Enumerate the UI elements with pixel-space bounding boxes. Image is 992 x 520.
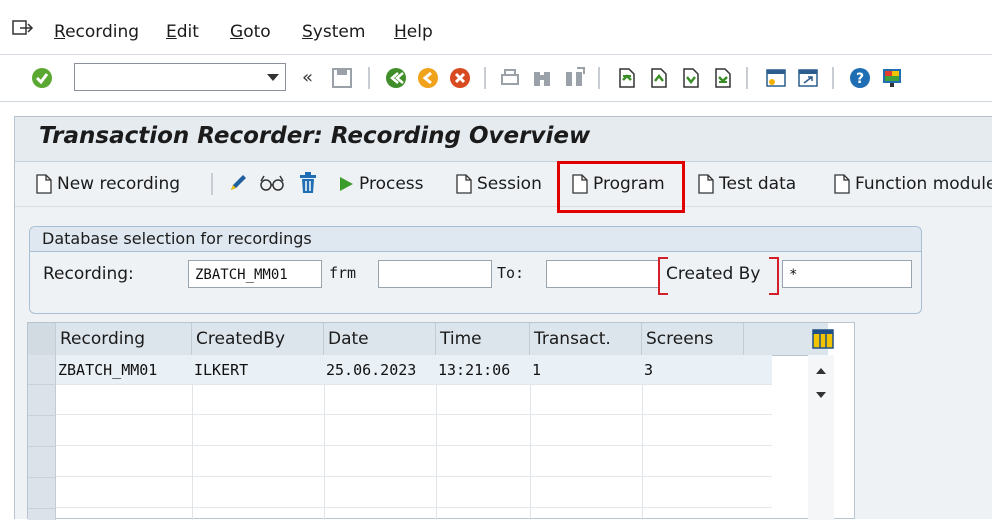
find-icon[interactable] [530, 66, 554, 90]
standard-toolbar: « ? [0, 55, 992, 102]
created-by-field[interactable] [782, 260, 912, 288]
table-row[interactable]: ZBATCH_MM01 ILKERT 25.06.2023 13:21:06 1… [56, 355, 772, 385]
process-button[interactable]: Process [337, 171, 424, 197]
separator [598, 67, 600, 89]
command-input[interactable] [79, 65, 263, 91]
column-header-screens[interactable]: Screens [642, 323, 744, 355]
first-page-icon[interactable] [614, 66, 638, 90]
command-field[interactable] [74, 63, 286, 91]
last-page-icon[interactable] [710, 66, 734, 90]
print-icon[interactable] [498, 66, 522, 90]
to-label: To: [497, 264, 525, 282]
menu-system[interactable]: System [302, 22, 365, 42]
menu-edit[interactable]: Edit [166, 22, 199, 42]
table-header: Recording CreatedBy Date Time Transact. … [28, 323, 828, 356]
scroll-down-icon[interactable] [815, 391, 827, 399]
table-row[interactable] [56, 447, 772, 477]
separator [211, 173, 213, 195]
application-toolbar: New recording Process Session Program Te… [15, 162, 992, 207]
row-selector[interactable] [28, 447, 56, 478]
menu-bar: Recording Edit Goto System Help [0, 0, 992, 55]
column-header-time[interactable]: Time [436, 323, 530, 355]
page-title: Transaction Recorder: Recording Overview [39, 123, 591, 149]
database-selection-group: Database selection for recordings Record… [29, 226, 922, 314]
column-header-date[interactable]: Date [324, 323, 436, 355]
created-by-input[interactable] [787, 262, 912, 288]
document-icon [36, 174, 52, 194]
cell-time: 13:21:06 [438, 361, 511, 379]
scroll-up-icon[interactable] [815, 367, 827, 375]
test-data-button[interactable]: Test data [697, 171, 796, 197]
table-row[interactable] [56, 416, 772, 446]
row-selector[interactable] [28, 478, 56, 509]
menu-recording[interactable]: Recording [54, 22, 139, 42]
collapse-icon[interactable]: « [302, 67, 313, 88]
from-label: frm [329, 264, 357, 282]
menu-exit-icon[interactable] [12, 20, 34, 36]
document-icon [834, 174, 850, 194]
display-glasses-icon[interactable] [259, 172, 285, 194]
find-next-icon[interactable] [562, 66, 586, 90]
previous-page-icon[interactable] [646, 66, 670, 90]
from-date-field[interactable] [378, 260, 493, 288]
application-area: Transaction Recorder: Recording Overview… [14, 116, 992, 520]
to-date-input[interactable] [551, 262, 661, 288]
column-header-createdby[interactable]: CreatedBy [192, 323, 324, 355]
row-selector[interactable] [28, 509, 56, 520]
cell-createdby: ILKERT [194, 361, 249, 379]
menu-help[interactable]: Help [394, 22, 433, 42]
cell-recording: ZBATCH_MM01 [58, 361, 158, 379]
column-header-recording[interactable]: Recording [56, 323, 192, 355]
title-bar: Transaction Recorder: Recording Overview [15, 117, 992, 162]
cancel-icon[interactable] [448, 66, 472, 90]
enter-check-icon[interactable] [30, 66, 54, 90]
menu-goto[interactable]: Goto [230, 22, 271, 42]
group-title: Database selection for recordings [30, 227, 921, 252]
delete-trash-icon[interactable] [297, 171, 319, 195]
exit-icon[interactable] [416, 66, 440, 90]
separator [368, 67, 370, 89]
function-module-button[interactable]: Function module [833, 171, 992, 197]
cell-screens: 3 [644, 361, 654, 379]
help-icon[interactable]: ? [848, 66, 872, 90]
column-header-transact[interactable]: Transact. [530, 323, 642, 355]
edit-pencil-icon[interactable] [227, 172, 249, 194]
cell-transact: 1 [532, 361, 542, 379]
row-selector[interactable] [28, 416, 56, 447]
column-settings-icon[interactable] [812, 329, 834, 349]
separator [832, 67, 834, 89]
generate-shortcut-icon[interactable] [796, 66, 820, 90]
to-date-field[interactable] [546, 260, 661, 288]
customize-layout-icon[interactable] [880, 66, 904, 90]
new-recording-button[interactable]: New recording [35, 171, 180, 197]
create-session-icon[interactable] [764, 66, 788, 90]
row-selector[interactable] [28, 385, 56, 416]
created-by-label: Created By [666, 264, 761, 284]
document-icon [698, 174, 714, 194]
session-button[interactable]: Session [455, 171, 542, 197]
separator [746, 67, 748, 89]
row-selector[interactable] [28, 355, 56, 385]
recordings-table: Recording CreatedBy Date Time Transact. … [27, 322, 855, 520]
from-date-input[interactable] [383, 262, 493, 288]
chevron-down-icon[interactable] [267, 74, 279, 81]
next-page-icon[interactable] [678, 66, 702, 90]
save-icon[interactable] [330, 66, 354, 90]
svg-text:?: ? [856, 71, 864, 87]
bracket-right [769, 257, 779, 295]
recording-label: Recording: [43, 264, 134, 284]
back-icon[interactable] [384, 66, 408, 90]
execute-play-icon [340, 177, 353, 191]
program-highlight-box [557, 161, 685, 213]
recording-field[interactable] [188, 260, 322, 288]
vertical-scrollbar[interactable] [808, 355, 834, 520]
separator [484, 67, 486, 89]
table-row[interactable] [56, 385, 772, 415]
document-icon [456, 174, 472, 194]
table-row[interactable] [56, 478, 772, 508]
cell-date: 25.06.2023 [326, 361, 417, 379]
recording-input[interactable] [193, 262, 322, 288]
select-all-cell[interactable] [28, 323, 56, 355]
